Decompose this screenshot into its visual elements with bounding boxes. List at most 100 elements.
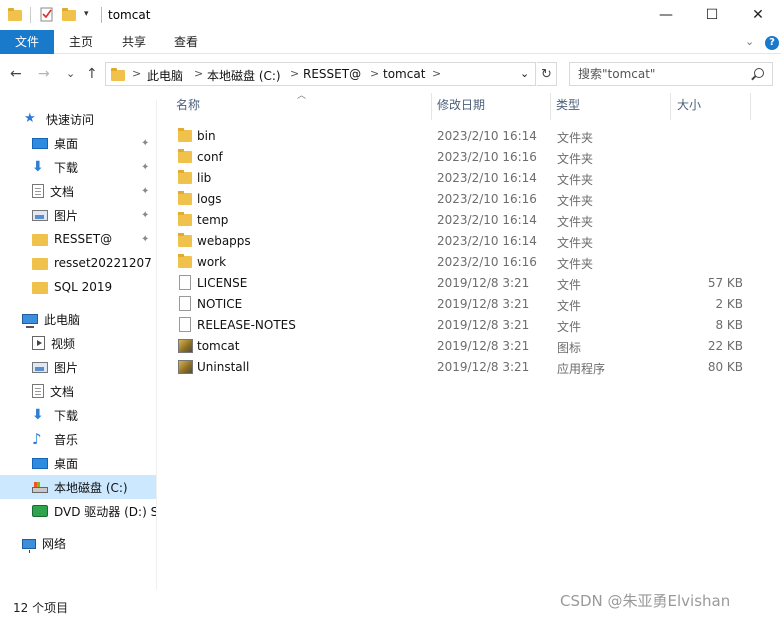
column-divider[interactable] (431, 93, 432, 120)
file-row[interactable]: lib 2023/2/10 16:14 文件夹 (173, 167, 773, 188)
sidebar-item-resset20221207[interactable]: resset20221207 (0, 251, 156, 275)
forward-button[interactable]: → (38, 66, 50, 82)
file-size: 57 KB (707, 276, 743, 290)
breadcrumb-tomcat[interactable]: tomcat (383, 67, 425, 81)
sidebar-item-documents-pc[interactable]: 文档 (0, 379, 156, 403)
search-box[interactable] (569, 62, 773, 86)
file-row[interactable]: tomcat 2019/12/8 3:21 图标 22 KB (173, 335, 773, 356)
breadcrumb-local-disk[interactable]: 本地磁盘 (C:) (207, 67, 281, 84)
column-header-date[interactable]: 修改日期 (437, 95, 485, 121)
file-date: 2023/2/10 16:16 (437, 192, 537, 206)
file-size: 8 KB (715, 318, 743, 332)
address-history-dropdown[interactable]: ⌄ (520, 67, 529, 80)
close-button[interactable]: ✕ (735, 0, 781, 30)
file-row[interactable]: conf 2023/2/10 16:16 文件夹 (173, 146, 773, 167)
sidebar-item-label: SQL 2019 (54, 280, 113, 294)
file-row[interactable]: work 2023/2/10 16:16 文件夹 (173, 251, 773, 272)
maximize-button[interactable]: ☐ (689, 0, 735, 30)
minimize-button[interactable]: — (643, 0, 689, 30)
sidebar-item-this-pc[interactable]: 此电脑 (0, 307, 156, 331)
folder-icon (178, 149, 192, 163)
sidebar-item-label: 桌面 (54, 456, 79, 471)
sidebar-item-quick-access[interactable]: ★ 快速访问 (0, 107, 156, 131)
file-row[interactable]: temp 2023/2/10 16:14 文件夹 (173, 209, 773, 230)
file-row[interactable]: NOTICE 2019/12/8 3:21 文件 2 KB (173, 293, 773, 314)
sidebar-item-documents[interactable]: 文档 ✦ (0, 179, 156, 203)
file-name: bin (197, 129, 216, 143)
search-input[interactable] (578, 66, 748, 82)
file-row[interactable]: webapps 2023/2/10 16:14 文件夹 (173, 230, 773, 251)
sidebar-item-pictures-pc[interactable]: 图片 (0, 355, 156, 379)
column-header-size[interactable]: 大小 (677, 95, 701, 121)
tab-home[interactable]: 主页 (58, 30, 104, 54)
sidebar-item-label: 网络 (42, 536, 67, 551)
tab-share[interactable]: 共享 (111, 30, 157, 54)
sidebar-item-music[interactable]: ♪ 音乐 (0, 427, 156, 451)
sidebar-item-desktop[interactable]: 桌面 ✦ (0, 131, 156, 155)
file-type: 文件夹 (557, 173, 594, 187)
navigation-bar: ← → ⌄ ↑ > 此电脑 > 本地磁盘 (C:) > RESSET@ > to… (0, 58, 781, 90)
expand-ribbon-icon[interactable]: ⌄ (745, 35, 754, 48)
column-header-type[interactable]: 类型 (556, 95, 580, 121)
sidebar-item-videos[interactable]: 视频 (0, 331, 156, 355)
sidebar-item-resset[interactable]: RESSET@ ✦ (0, 227, 156, 251)
file-row[interactable]: bin 2023/2/10 16:14 文件夹 (173, 125, 773, 146)
sidebar-item-label: resset20221207 (54, 256, 152, 270)
dvd-icon (32, 505, 48, 517)
item-count: 12 个项目 (13, 601, 69, 615)
sidebar-item-network[interactable]: 网络 (0, 531, 156, 555)
chevron-right-icon[interactable]: > (370, 67, 379, 80)
tab-file[interactable]: 文件 (0, 30, 54, 54)
sidebar-item-label: DVD 驱动器 (D:) S (54, 504, 156, 519)
sidebar-item-local-disk-c[interactable]: 本地磁盘 (C:) (0, 475, 156, 499)
sidebar-item-label: 图片 (54, 208, 79, 223)
file-row[interactable]: LICENSE 2019/12/8 3:21 文件 57 KB (173, 272, 773, 293)
search-icon[interactable] (754, 68, 764, 78)
back-button[interactable]: ← (10, 66, 22, 82)
folder-icon (111, 68, 125, 81)
application-icon (178, 339, 193, 353)
sidebar-item-downloads[interactable]: ⬇ 下载 ✦ (0, 155, 156, 179)
file-row[interactable]: Uninstall 2019/12/8 3:21 应用程序 80 KB (173, 356, 773, 377)
sidebar-item-sql-2019[interactable]: SQL 2019 (0, 275, 156, 299)
file-date: 2023/2/10 16:16 (437, 255, 537, 269)
watermark: CSDN @朱亚勇Elvishan (560, 592, 731, 610)
file-date: 2019/12/8 3:21 (437, 360, 530, 374)
up-button[interactable]: ↑ (86, 66, 98, 82)
file-size: 80 KB (707, 360, 743, 374)
breadcrumb-this-pc[interactable]: 此电脑 (147, 67, 183, 84)
document-icon (32, 184, 44, 198)
new-folder-icon[interactable] (62, 7, 76, 23)
customize-toolbar-icon[interactable]: ▾ (84, 9, 98, 25)
chevron-right-icon[interactable]: > (432, 67, 441, 80)
properties-icon[interactable] (40, 7, 54, 23)
tab-view[interactable]: 查看 (163, 30, 209, 54)
file-name: work (197, 255, 227, 269)
file-row[interactable]: logs 2023/2/10 16:16 文件夹 (173, 188, 773, 209)
file-type: 应用程序 (557, 362, 606, 376)
file-type: 文件 (557, 320, 582, 334)
column-header-name[interactable]: 名称 (176, 95, 200, 121)
chevron-right-icon[interactable]: > (194, 67, 203, 80)
sidebar-item-label: 文档 (50, 384, 75, 399)
address-bar[interactable]: > 此电脑 > 本地磁盘 (C:) > RESSET@ > tomcat > ⌄ (105, 62, 536, 86)
chevron-right-icon[interactable]: > (290, 67, 299, 80)
column-divider[interactable] (750, 93, 751, 120)
help-icon[interactable]: ? (765, 36, 779, 50)
sidebar-item-downloads-pc[interactable]: ⬇ 下载 (0, 403, 156, 427)
refresh-button[interactable]: ↻ (537, 62, 557, 86)
column-divider[interactable] (670, 93, 671, 120)
sidebar-item-dvd-drive[interactable]: DVD 驱动器 (D:) S (0, 499, 156, 523)
download-icon: ⬇ (32, 159, 44, 175)
column-divider[interactable] (550, 93, 551, 120)
download-icon: ⬇ (32, 407, 44, 423)
file-row[interactable]: RELEASE-NOTES 2019/12/8 3:21 文件 8 KB (173, 314, 773, 335)
navigation-pane: ★ 快速访问 桌面 ✦ ⬇ 下载 ✦ 文档 ✦ 图片 ✦ RESSET@ ✦ r… (0, 100, 157, 590)
file-type: 文件夹 (557, 194, 594, 208)
chevron-right-icon[interactable]: > (132, 67, 141, 80)
file-name: conf (197, 150, 223, 164)
breadcrumb-resset[interactable]: RESSET@ (303, 67, 361, 81)
recent-locations-button[interactable]: ⌄ (66, 67, 75, 80)
sidebar-item-desktop-pc[interactable]: 桌面 (0, 451, 156, 475)
sidebar-item-pictures[interactable]: 图片 ✦ (0, 203, 156, 227)
